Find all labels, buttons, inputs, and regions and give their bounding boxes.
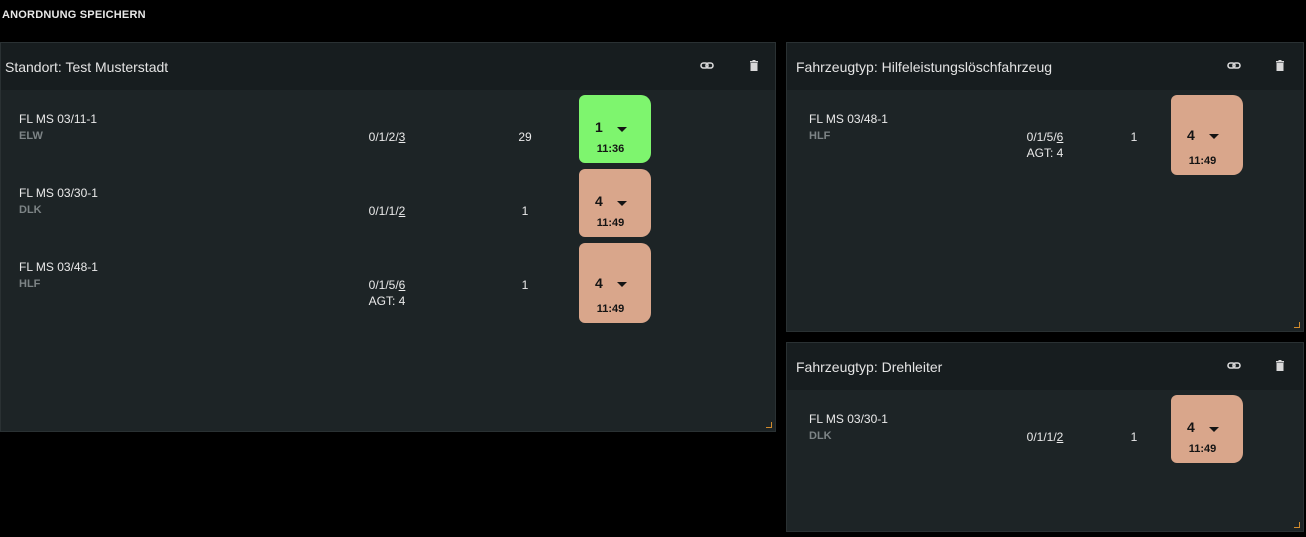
- status-dropdown[interactable]: 4 11:49: [579, 169, 651, 237]
- status-time: 11:49: [596, 303, 625, 315]
- crew-strength: 0/1/1/2: [1026, 430, 1064, 444]
- crew-strength: 0/1/5/6 AGT: 4: [1005, 130, 1085, 160]
- vehicle-name: FL MS 03/30-1: [809, 412, 888, 426]
- vehicle-type: HLF: [19, 278, 41, 290]
- vehicle-name: FL MS 03/11-1: [19, 112, 98, 126]
- status-value: 4: [595, 193, 603, 209]
- panel-standort: Standort: Test Musterstadt FL MS 03/11-1…: [0, 42, 776, 432]
- link-icon[interactable]: [1227, 358, 1241, 374]
- panel-title: Standort: Test Musterstadt: [5, 58, 169, 75]
- status-dropdown[interactable]: 4 11:49: [1171, 395, 1243, 463]
- panel-header: Fahrzeugtyp: Drehleiter: [787, 343, 1303, 390]
- status-dropdown[interactable]: 4 11:49: [579, 243, 651, 323]
- count-value: 1: [521, 204, 529, 218]
- status-time: 11:49: [1188, 155, 1217, 167]
- count-value: 1: [521, 278, 529, 292]
- status-time: 11:36: [596, 143, 625, 155]
- status-dropdown[interactable]: 1 11:36: [579, 95, 651, 163]
- status-value: 1: [595, 119, 603, 135]
- vehicle-type: ELW: [19, 130, 43, 142]
- link-icon[interactable]: [1227, 58, 1241, 74]
- vehicle-row: FL MS 03/48-1 HLF 0/1/5/6 AGT: 4 1 4 11:4…: [1, 243, 775, 323]
- chevron-down-icon: [617, 282, 627, 287]
- resize-handle[interactable]: [1294, 522, 1300, 528]
- status-value: 4: [1187, 127, 1195, 143]
- count-value: 1: [1130, 130, 1138, 144]
- trash-icon[interactable]: [747, 58, 761, 74]
- status-time: 11:49: [1188, 443, 1217, 455]
- panel-header: Fahrzeugtyp: Hilfeleistungslöschfahrzeug: [787, 43, 1303, 90]
- agt-label: AGT: 4: [1026, 146, 1064, 160]
- status-value: 4: [595, 275, 603, 291]
- link-icon[interactable]: [700, 58, 714, 74]
- vehicle-type: HLF: [809, 130, 831, 142]
- count-value: 29: [518, 130, 532, 144]
- agt-label: AGT: 4: [368, 294, 406, 308]
- status-time: 11:49: [596, 217, 625, 229]
- chevron-down-icon: [617, 201, 627, 206]
- resize-handle[interactable]: [766, 422, 772, 428]
- vehicle-name: FL MS 03/48-1: [19, 260, 98, 274]
- vehicle-name: FL MS 03/30-1: [19, 186, 98, 200]
- resize-handle[interactable]: [1294, 322, 1300, 328]
- chevron-down-icon: [617, 127, 627, 132]
- chevron-down-icon: [1209, 427, 1219, 432]
- vehicle-row: FL MS 03/48-1 HLF 0/1/5/6 AGT: 4 1 4 11:4…: [787, 95, 1303, 175]
- save-layout-button[interactable]: ANORDNUNG SPEICHERN: [2, 9, 146, 21]
- vehicle-type: DLK: [809, 430, 832, 442]
- trash-icon[interactable]: [1273, 358, 1287, 374]
- chevron-down-icon: [1209, 134, 1219, 139]
- panel-fahrzeugtyp-drehleiter: Fahrzeugtyp: Drehleiter FL MS 03/30-1 DL…: [786, 342, 1304, 532]
- status-dropdown[interactable]: 4 11:49: [1171, 95, 1243, 175]
- crew-strength: 0/1/5/6 AGT: 4: [347, 278, 427, 308]
- vehicle-row: FL MS 03/30-1 DLK 0/1/1/2 1 4 11:49: [1, 169, 775, 243]
- vehicle-name: FL MS 03/48-1: [809, 112, 888, 126]
- vehicle-row: FL MS 03/11-1 ELW 0/1/2/3 29 1 11:36: [1, 95, 775, 169]
- status-value: 4: [1187, 419, 1195, 435]
- vehicle-type: DLK: [19, 204, 42, 216]
- panel-header: Standort: Test Musterstadt: [1, 43, 775, 90]
- count-value: 1: [1130, 430, 1138, 444]
- vehicle-row: FL MS 03/30-1 DLK 0/1/1/2 1 4 11:49: [787, 395, 1303, 469]
- crew-strength: 0/1/1/2: [368, 204, 406, 218]
- crew-strength: 0/1/2/3: [368, 130, 406, 144]
- trash-icon[interactable]: [1273, 58, 1287, 74]
- panel-fahrzeugtyp-hlf: Fahrzeugtyp: Hilfeleistungslöschfahrzeug…: [786, 42, 1304, 332]
